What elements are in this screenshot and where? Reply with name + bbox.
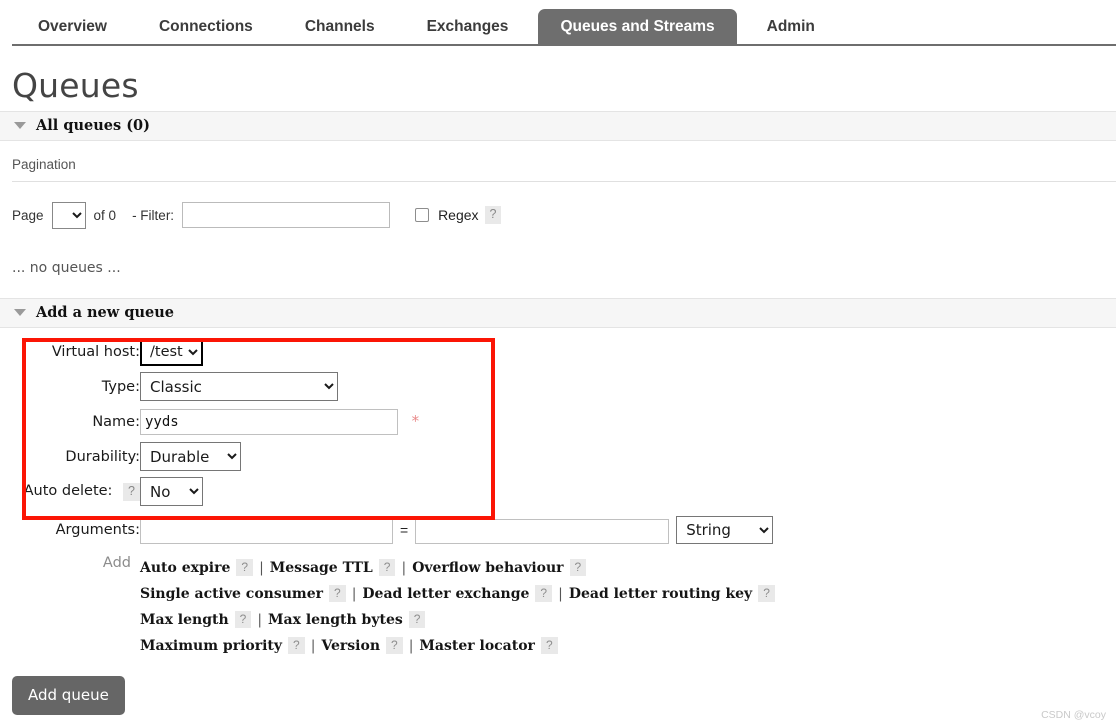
durability-label: Durability: <box>65 448 140 465</box>
form-row-auto-delete: Auto delete: ? NoYes <box>0 474 773 509</box>
arguments-label: Arguments: <box>55 521 140 538</box>
preset-single-active-consumer[interactable]: Single active consumer <box>140 586 323 602</box>
queue-name-input[interactable] <box>140 408 398 435</box>
chevron-down-icon <box>14 122 26 129</box>
preset-auto-expire[interactable]: Auto expire <box>140 560 230 576</box>
regex-checkbox[interactable] <box>415 208 430 222</box>
auto-delete-label-cell: Auto delete: ? <box>0 474 140 509</box>
preset-help-icon[interactable]: ? <box>329 585 346 602</box>
preset-message-ttl[interactable]: Message TTL <box>270 560 373 576</box>
arguments-equals-sign: = <box>400 521 409 538</box>
add-queue-header-label: Add a new queue <box>36 304 174 321</box>
preset-overflow-behaviour[interactable]: Overflow behaviour <box>412 560 563 576</box>
preset-separator: | <box>558 586 563 602</box>
regex-help-icon[interactable]: ? <box>484 206 502 224</box>
preset-help-icon[interactable]: ? <box>288 637 305 654</box>
form-row-name: Name: * <box>0 404 773 439</box>
preset-separator: | <box>351 586 357 602</box>
virtual-host-label: Virtual host: <box>51 343 140 360</box>
all-queues-header-label: All queues (0) <box>36 117 151 134</box>
page-total-label: of 0 <box>93 207 117 223</box>
name-label: Name: <box>92 413 140 430</box>
preset-separator: | <box>259 560 264 576</box>
preset-max-length-bytes[interactable]: Max length bytes <box>268 612 403 628</box>
preset-separator: | <box>401 560 407 576</box>
preset-row: Maximum priority? | Version? | Master locato… <box>140 633 1116 659</box>
nav-tab-channels[interactable]: Channels <box>283 9 397 45</box>
preset-separator: | <box>408 638 414 654</box>
preset-separator: | <box>310 638 316 654</box>
add-queue-form: Virtual host: /test/ Type: ClassicQuorum… <box>0 334 1116 659</box>
durability-select[interactable]: DurableTransient <box>140 442 241 471</box>
preset-row: Auto expire? | Message TTL? | Overflow behav… <box>140 555 1116 581</box>
nav-tab-exchanges[interactable]: Exchanges <box>405 9 531 45</box>
nav-tab-admin[interactable]: Admin <box>745 9 837 45</box>
nav-tab-connections[interactable]: Connections <box>137 9 275 45</box>
argument-value-input[interactable] <box>415 518 670 544</box>
filter-input[interactable] <box>182 202 391 228</box>
preset-help-icon[interactable]: ? <box>378 559 396 576</box>
type-label: Type: <box>101 378 140 395</box>
preset-max-length[interactable]: Max length <box>140 612 229 628</box>
preset-help-icon[interactable]: ? <box>408 611 426 628</box>
form-row-arguments: Arguments: = StringNumberBooleanList <box>0 509 774 547</box>
argument-preset-rows: Auto expire? | Message TTL? | Overflow behav… <box>140 555 1116 659</box>
auto-delete-help-icon[interactable]: ? <box>123 482 140 501</box>
preset-help-icon[interactable]: ? <box>386 637 403 654</box>
page-label: Page <box>12 207 44 223</box>
add-queue-section-header[interactable]: Add a new queue <box>0 298 1116 328</box>
preset-help-icon[interactable]: ? <box>758 585 775 602</box>
argument-key-input[interactable] <box>140 518 393 544</box>
chevron-down-icon <box>14 309 26 316</box>
preset-help-icon[interactable]: ? <box>535 585 553 602</box>
virtual-host-select[interactable]: /test/ <box>140 337 203 366</box>
preset-version[interactable]: Version <box>321 638 380 654</box>
auto-delete-label: Auto delete: <box>23 482 113 499</box>
form-row-type: Type: ClassicQuorumStream <box>0 369 773 404</box>
nav-tab-overview[interactable]: Overview <box>16 9 129 45</box>
preset-help-icon[interactable]: ? <box>234 611 252 628</box>
argument-presets-area: Add Auto expire? | Message TTL? | Overflow b… <box>0 555 1116 659</box>
argument-type-select[interactable]: StringNumberBooleanList <box>676 515 774 544</box>
auto-delete-select[interactable]: NoYes <box>140 477 203 506</box>
preset-dead-letter-routing-key[interactable]: Dead letter routing key <box>569 586 752 602</box>
watermark: CSDN @vcoy <box>1041 709 1106 721</box>
add-queue-button[interactable]: Add queue <box>12 676 125 715</box>
preset-dead-letter-exchange[interactable]: Dead letter exchange <box>362 586 529 602</box>
no-queues-message: ... no queues ... <box>12 260 121 276</box>
preset-row: Single active consumer? | Dead letter exch… <box>140 581 1116 607</box>
preset-help-icon[interactable]: ? <box>236 559 254 576</box>
pagination-controls: Page of 0 - Filter: Regex ? <box>12 200 1116 230</box>
add-argument-link[interactable]: Add <box>0 555 140 659</box>
page-select[interactable] <box>51 201 86 229</box>
all-queues-section-header[interactable]: All queues (0) <box>0 111 1116 141</box>
preset-separator: | <box>257 612 263 628</box>
queue-type-select[interactable]: ClassicQuorumStream <box>140 372 338 401</box>
preset-maximum-priority[interactable]: Maximum priority <box>140 638 282 654</box>
regex-label: Regex <box>438 207 479 223</box>
filter-label: - Filter: <box>132 207 175 223</box>
pagination-label: Pagination <box>12 157 1116 182</box>
nav-tab-queues-and-streams[interactable]: Queues and Streams <box>538 8 737 45</box>
preset-help-icon[interactable]: ? <box>569 559 587 576</box>
nav-underline <box>12 44 1116 46</box>
required-asterisk: * <box>411 411 420 430</box>
form-row-durability: Durability: DurableTransient <box>0 439 773 474</box>
preset-help-icon[interactable]: ? <box>540 637 558 654</box>
nav-tab-list: Overview Connections Channels Exchanges Queu… <box>0 0 1116 45</box>
top-navigation-bar: Overview Connections Channels Exchanges Queu… <box>0 0 1116 46</box>
page-title: Queues <box>12 66 139 105</box>
form-row-virtual-host: Virtual host: /test/ <box>0 334 773 369</box>
preset-master-locator[interactable]: Master locator <box>419 638 535 654</box>
preset-row: Max length? | Max length bytes? <box>140 607 1116 633</box>
